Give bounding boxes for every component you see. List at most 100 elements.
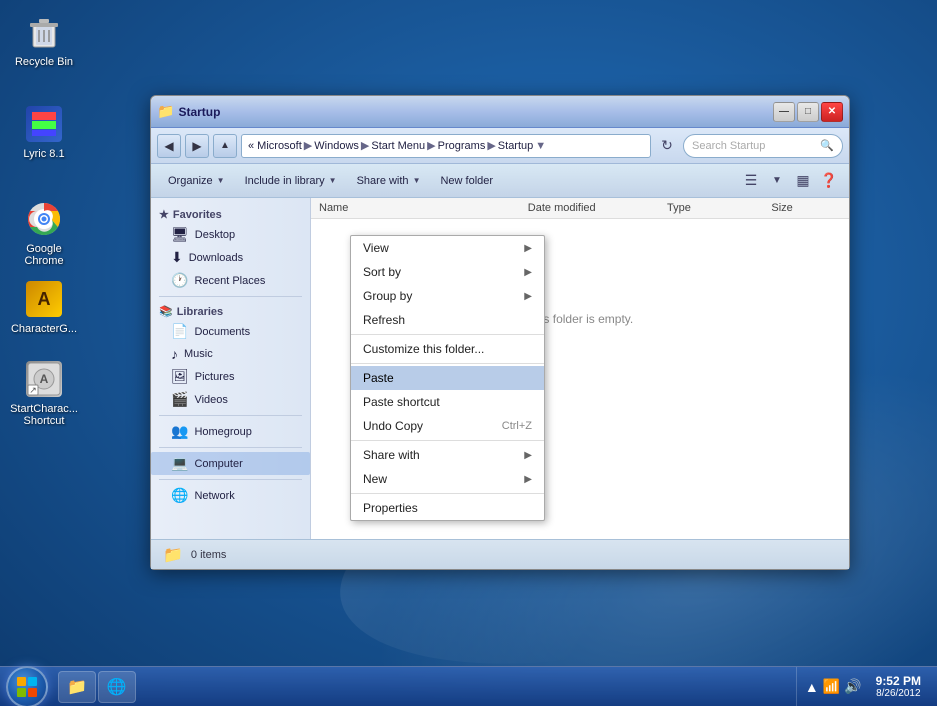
svg-text:↗: ↗ [29,385,37,395]
favorites-star-icon: ★ [159,208,169,221]
systray-icons: ▲ 📶 🔊 [805,678,862,695]
ctx-divider-2 [351,363,544,364]
refresh-button[interactable]: ↻ [655,134,679,158]
recycle-bin-label: Recycle Bin [15,56,73,68]
nav-item-homegroup[interactable]: 👥 Homegroup [151,420,310,443]
startcharmap-label: StartCharac...Shortcut [10,403,78,427]
nav-item-desktop[interactable]: 🖥 Desktop [151,223,310,246]
close-button[interactable]: ✕ [821,102,843,122]
ctx-customize[interactable]: Customize this folder... [351,337,544,361]
title-bar-icon: 📁 [157,103,174,120]
ctx-paste-shortcut[interactable]: Paste shortcut [351,390,544,414]
favorites-section: ★ Favorites 🖥 Desktop ⬇ Downloads 🕐 Rece… [151,204,310,292]
taskbar-btn-chrome[interactable]: 🌐 [98,671,136,703]
new-folder-button[interactable]: New folder [431,168,502,194]
systray-network-icon[interactable]: 📶 [823,678,840,695]
desktop-nav-icon: 🖥 [171,226,189,243]
taskbar-chrome-icon: 🌐 [107,677,127,697]
view-button-list[interactable]: ☰ [739,169,763,193]
systray: ▲ 📶 🔊 9:52 PM 8/26/2012 [796,667,937,706]
ctx-group-arrow: ▶ [524,291,532,302]
view-button-details[interactable]: ▦ [791,169,815,193]
view-button-dropdown[interactable]: ▼ [765,169,789,193]
nav-item-music[interactable]: ♪ Music [151,343,310,365]
libraries-icon: 📚 [159,305,173,318]
systray-volume-icon[interactable]: 🔊 [844,678,861,695]
desktop-icon-lyric[interactable]: Lyric 8.1 [8,100,80,164]
taskbar-items: 📁 🌐 [54,671,796,703]
help-button[interactable]: ❓ [817,169,841,193]
systray-expand-icon[interactable]: ▲ [805,679,819,695]
title-bar: 📁 Startup — □ ✕ [151,96,849,128]
ctx-divider-4 [351,493,544,494]
ctx-divider-3 [351,440,544,441]
column-type[interactable]: Type [667,202,771,214]
back-button[interactable]: ◀ [157,134,181,158]
clock-date: 8/26/2012 [876,688,921,699]
libraries-header[interactable]: 📚 Libraries [151,301,310,320]
forward-button[interactable]: ▶ [185,134,209,158]
ctx-new-arrow: ▶ [524,474,532,485]
include-library-arrow: ▼ [329,176,337,185]
start-button[interactable] [0,667,54,706]
taskbar-explorer-icon: 📁 [67,677,87,697]
ctx-properties[interactable]: Properties [351,496,544,520]
status-count: 0 items [191,549,226,561]
breadcrumb-startmenu: Start Menu [371,140,425,152]
minimize-button[interactable]: — [773,102,795,122]
chrome-icon [24,199,64,239]
nav-divider-4 [159,479,302,480]
nav-divider-2 [159,415,302,416]
desktop-icon-chrome[interactable]: Google Chrome [8,195,80,271]
ctx-group-by[interactable]: Group by ▶ [351,284,544,308]
ctx-paste[interactable]: Paste [351,366,544,390]
toolbar: Organize ▼ Include in library ▼ Share wi… [151,164,849,198]
column-name[interactable]: Name [319,202,528,214]
desktop-icon-startcharmap[interactable]: A ↗ StartCharac...Shortcut [8,355,80,431]
nav-item-downloads[interactable]: ⬇ Downloads [151,246,310,269]
lyric-icon [24,104,64,144]
desktop-icon-character[interactable]: A CharacterG... [8,275,80,339]
ctx-new[interactable]: New ▶ [351,467,544,491]
homegroup-nav-icon: 👥 [171,423,188,440]
ctx-view[interactable]: View ▶ [351,236,544,260]
lyric-label: Lyric 8.1 [23,148,64,160]
up-button[interactable]: ▲ [213,134,237,158]
search-box[interactable]: Search Startup 🔍 [683,134,843,158]
nav-item-videos[interactable]: 🎬 Videos [151,388,310,411]
column-size[interactable]: Size [771,202,841,214]
ctx-refresh[interactable]: Refresh [351,308,544,332]
include-library-button[interactable]: Include in library ▼ [236,168,346,194]
nav-item-recent-places[interactable]: 🕐 Recent Places [151,269,310,292]
ctx-share-with[interactable]: Share with ▶ [351,443,544,467]
breadcrumb-startup: Startup [498,140,533,152]
pictures-nav-icon: 🖼 [171,368,189,385]
organize-button[interactable]: Organize ▼ [159,168,234,194]
ctx-undo-copy[interactable]: Undo Copy Ctrl+Z [351,414,544,438]
title-bar-controls: — □ ✕ [773,102,843,122]
breadcrumb-programs: Programs [438,140,486,152]
clock-time: 9:52 PM [876,674,921,688]
nav-item-computer[interactable]: 💻 Computer [151,452,310,475]
nav-item-network[interactable]: 🌐 Network [151,484,310,507]
downloads-nav-icon: ⬇ [171,249,183,266]
nav-divider-1 [159,296,302,297]
share-with-button[interactable]: Share with ▼ [348,168,430,194]
documents-nav-icon: 📄 [171,323,188,340]
address-bar[interactable]: « Microsoft ▶ Windows ▶ Start Menu ▶ Pro… [241,134,651,158]
nav-item-pictures[interactable]: 🖼 Pictures [151,365,310,388]
videos-nav-icon: 🎬 [171,391,188,408]
organize-dropdown-arrow: ▼ [217,176,225,185]
taskbar-btn-explorer[interactable]: 📁 [58,671,96,703]
network-nav-icon: 🌐 [171,487,188,504]
start-orb[interactable] [6,666,48,706]
favorites-header[interactable]: ★ Favorites [151,204,310,223]
ctx-sort-arrow: ▶ [524,267,532,278]
search-icon: 🔍 [820,139,834,152]
desktop-icon-recycle-bin[interactable]: Recycle Bin [8,8,80,72]
clock[interactable]: 9:52 PM 8/26/2012 [868,674,929,699]
maximize-button[interactable]: □ [797,102,819,122]
nav-item-documents[interactable]: 📄 Documents [151,320,310,343]
column-date-modified[interactable]: Date modified [528,202,667,214]
ctx-sort-by[interactable]: Sort by ▶ [351,260,544,284]
